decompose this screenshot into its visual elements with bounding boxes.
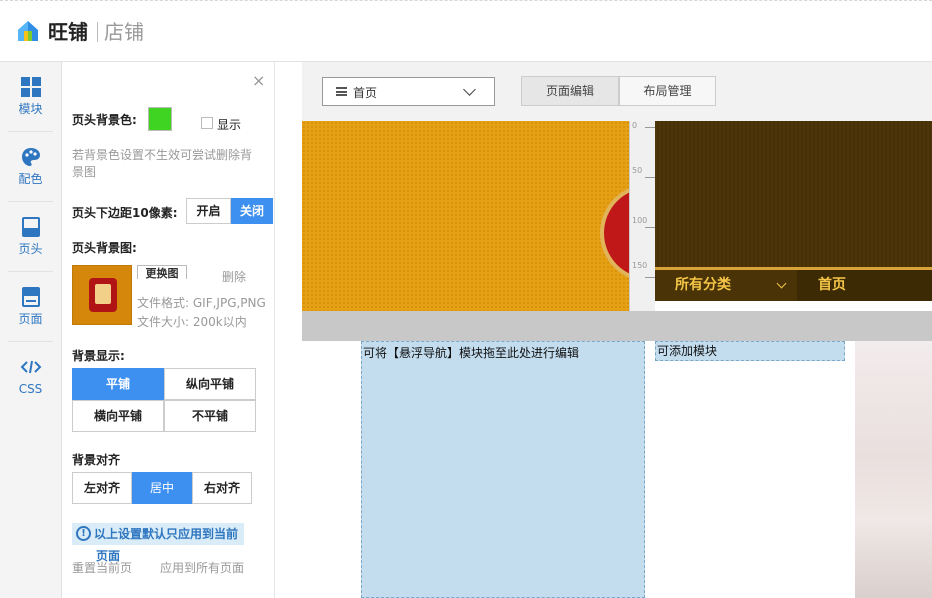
- nav-label-header: 页头: [18, 242, 43, 256]
- apply-all-pages-link[interactable]: 应用到所有页面: [160, 559, 244, 576]
- nav-label-page: 页面: [18, 312, 43, 326]
- align-options: 左对齐 居中 右对齐: [72, 472, 252, 504]
- display-options: 平铺 纵向平铺 横向平铺 不平铺: [72, 368, 256, 432]
- margin-toggle: 开启 关闭: [186, 198, 273, 224]
- dropzone-text: 可将【悬浮导航】模块拖至此处进行编辑: [363, 346, 580, 360]
- margin-off-button[interactable]: 关闭: [231, 198, 273, 224]
- bg-image-label: 页头背景图:: [72, 241, 137, 255]
- nav-item-page[interactable]: 页面: [0, 272, 61, 342]
- ruler-tick: [645, 227, 655, 228]
- file-size-info: 文件大小: 200k以内: [137, 315, 247, 329]
- add-module-zone[interactable]: 可添加模块: [655, 341, 845, 361]
- align-label: 背景对齐: [72, 453, 121, 467]
- brand-name: 旺铺: [48, 20, 88, 44]
- ruler-tick: [645, 277, 655, 278]
- page-select-value: 首页: [353, 86, 378, 100]
- nav-all-categories-label: 所有分类: [675, 277, 731, 293]
- apply-notice: ! 以上设置默认只应用到当前 页面: [72, 523, 244, 563]
- nav-home-link[interactable]: 首页: [818, 270, 846, 301]
- display-tile-vertical-button[interactable]: 纵向平铺: [164, 368, 256, 400]
- brand-subtitle: 店铺: [104, 20, 144, 44]
- nav-label-color: 配色: [18, 172, 43, 186]
- replace-image-button[interactable]: 更换图: [137, 265, 187, 279]
- tab-layout-manage[interactable]: 布局管理: [619, 76, 716, 106]
- brand-separator: [97, 22, 98, 42]
- page-select[interactable]: 首页: [322, 77, 495, 106]
- display-label: 背景显示:: [72, 349, 125, 363]
- menu-icon: [336, 87, 347, 96]
- ruler-mark-0: 0: [632, 121, 638, 130]
- top-bar: 旺铺 店铺: [0, 0, 932, 62]
- display-tile-horizontal-button[interactable]: 横向平铺: [72, 400, 164, 432]
- reset-page-link[interactable]: 重置当前页: [72, 559, 132, 576]
- wangpu-logo-icon: [18, 21, 38, 41]
- floating-nav-dropzone[interactable]: 可将【悬浮导航】模块拖至此处进行编辑: [361, 341, 645, 598]
- ruler: 0 50 100 150: [629, 121, 655, 311]
- chevron-down-icon: [776, 278, 787, 289]
- nav-item-color[interactable]: 配色: [0, 132, 61, 202]
- nav-item-module[interactable]: 模块: [0, 62, 61, 132]
- align-left-button[interactable]: 左对齐: [72, 472, 132, 504]
- notice-text-line1: 以上设置默认只应用到当前: [94, 527, 239, 541]
- close-icon[interactable]: ×: [252, 72, 265, 90]
- product-can-image: [89, 278, 117, 312]
- background-photo: [855, 341, 932, 598]
- header-icon: [21, 217, 40, 237]
- ruler-mark-50: 50: [632, 166, 643, 175]
- nav-all-categories[interactable]: 所有分类: [655, 270, 797, 301]
- ruler-tick: [645, 177, 655, 178]
- show-checkbox-label: 显示: [217, 118, 242, 132]
- bg-image-thumbnail: [72, 265, 132, 325]
- palette-icon: [21, 148, 40, 166]
- nav-label-module: 模块: [18, 102, 43, 116]
- display-no-tile-button[interactable]: 不平铺: [164, 400, 256, 432]
- margin-label: 页头下边距10像素:: [72, 206, 178, 220]
- bg-color-hint: 若背景色设置不生效可尝试删除背景图: [72, 148, 253, 179]
- info-icon: !: [76, 526, 91, 541]
- file-format-info: 文件格式: GIF,JPG,PNG: [137, 296, 266, 310]
- align-center-button[interactable]: 居中: [132, 472, 192, 504]
- header-bottom-bar: [302, 311, 932, 341]
- tab-page-edit[interactable]: 页面编辑: [521, 76, 619, 106]
- nav-item-css[interactable]: CSS: [0, 342, 61, 412]
- header-settings-panel: × 页头背景色: 显示 若背景色设置不生效可尝试删除背景图 页头下边距10像素:…: [62, 62, 275, 598]
- ruler-tick: [645, 127, 655, 128]
- chevron-down-icon: [463, 83, 476, 96]
- align-right-button[interactable]: 右对齐: [192, 472, 252, 504]
- editor-canvas: 首页 页面编辑 布局管理 0 50 100 150 所有分类 首页 可将【悬浮导…: [275, 62, 932, 598]
- display-tile-button[interactable]: 平铺: [72, 368, 164, 400]
- show-checkbox[interactable]: [201, 117, 213, 129]
- editor-tabs: 页面编辑 布局管理: [521, 76, 716, 106]
- ruler-mark-150: 150: [632, 261, 648, 270]
- ruler-mark-100: 100: [632, 216, 648, 225]
- shop-navbar: 所有分类 首页: [655, 267, 932, 301]
- bg-color-swatch[interactable]: [148, 107, 172, 131]
- header-bg-brown: [655, 121, 932, 267]
- margin-on-button[interactable]: 开启: [186, 198, 231, 224]
- nav-item-header[interactable]: 页头: [0, 202, 61, 272]
- grid-icon: [20, 77, 41, 97]
- bg-color-label: 页头背景色:: [72, 113, 137, 127]
- nav-label-css: CSS: [18, 382, 43, 396]
- top-dashed-line: [0, 0, 932, 1]
- page-icon: [21, 287, 40, 307]
- delete-image-link[interactable]: 删除: [222, 268, 246, 285]
- left-nav: 模块 配色 页头 页面 CSS: [0, 62, 62, 598]
- code-icon: [20, 360, 41, 374]
